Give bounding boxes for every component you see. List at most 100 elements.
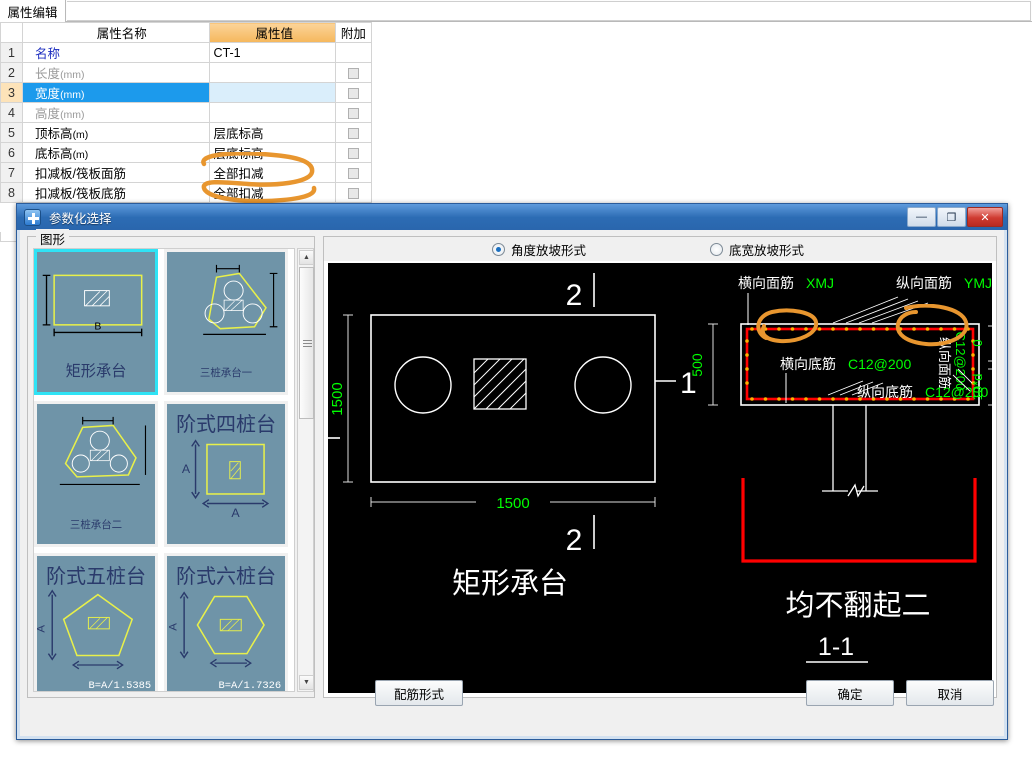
checkbox-icon[interactable] [347, 167, 359, 179]
shape-thumbnail-tri-cap-2[interactable]: 三桩承台二 [34, 401, 158, 547]
maximize-button[interactable]: ❐ [937, 207, 966, 227]
cancel-label: 取消 [937, 687, 963, 702]
property-name-text: 顶标高 [35, 127, 73, 141]
shapes-group: 图形 B 矩形承台 三桩承台一 三桩承台二 A A 阶式四桩台 阶式五桩台 B=… [27, 229, 315, 698]
header-rownum [0, 22, 24, 43]
property-grid: 属性名称 属性值 附加 1 名称 CT-1 2 长度(mm) 3 宽度(mm) 4 高度(mm)… [0, 22, 373, 203]
cell-property-name[interactable]: 名称 [22, 42, 210, 63]
shape-thumbnail-tri-cap-1[interactable]: 三桩承台一 [164, 249, 288, 395]
property-name-text: 名称 [35, 47, 61, 61]
section-dim-left: 500 [689, 353, 705, 377]
dialog-footer: 配筋形式 确定 取消 [20, 674, 1004, 736]
section-label-transverse-bottom: 横向底筋 [780, 356, 836, 372]
plan-dim-width: 1500 [496, 495, 529, 512]
checkbox-icon[interactable] [347, 127, 359, 139]
scrollbar-thumb[interactable] [299, 267, 314, 419]
svg-text:A: A [37, 625, 48, 633]
shape-thumbnail-step-6[interactable]: A 阶式六桩台 B=A/1.7326 [164, 553, 288, 691]
cell-property-name[interactable]: 扣减板/筏板底筋 [22, 182, 210, 203]
radio-bottom-width-slope[interactable]: 底宽放坡形式 [710, 240, 804, 259]
palette-scrollbar[interactable]: ▲ ▼ [297, 248, 314, 692]
checkbox-icon[interactable] [347, 147, 359, 159]
checkbox-icon[interactable] [347, 87, 359, 99]
rebar-form-label: 配筋形式 [393, 687, 444, 702]
row-number: 1 [0, 42, 24, 63]
property-unit-text: (mm) [60, 69, 85, 81]
header-property-name: 属性名称 [22, 22, 210, 43]
radio-angle-slope[interactable]: 角度放坡形式 [492, 240, 586, 259]
svg-text:矩形承台: 矩形承台 [66, 363, 127, 380]
checkbox-icon[interactable] [347, 187, 359, 199]
cell-property-name[interactable]: 底标高(m) [22, 142, 210, 163]
row-number: 8 [0, 182, 24, 203]
cad-canvas[interactable]: 2 1 1500 1500 2 矩形承台 横向面筋 XMJ 纵向面筋 YMJ 横… [328, 263, 992, 693]
cell-property-value[interactable]: 层底标高 [208, 142, 336, 163]
cell-additional[interactable] [334, 162, 373, 183]
checkbox-icon[interactable] [347, 67, 359, 79]
cancel-button[interactable]: 取消 [906, 680, 994, 706]
tab-property-editor[interactable]: 属性编辑 [0, 0, 66, 22]
cell-additional[interactable] [334, 182, 373, 203]
svg-text:阶式四桩台: 阶式四桩台 [176, 413, 276, 436]
cell-property-name[interactable]: 顶标高(m) [22, 122, 210, 143]
header-property-value: 属性值 [208, 22, 336, 43]
table-row[interactable]: 8 扣减板/筏板底筋 全部扣减 [0, 182, 373, 203]
cell-property-name[interactable]: 宽度(mm) [22, 82, 210, 103]
table-row[interactable]: 7 扣减板/筏板面筋 全部扣减 [0, 162, 373, 183]
table-row[interactable]: 2 长度(mm) [0, 62, 373, 83]
plan-caption: 矩形承台 [452, 567, 568, 600]
table-row[interactable]: 6 底标高(m) 层底标高 [0, 142, 373, 163]
ok-label: 确定 [837, 687, 863, 702]
cell-additional[interactable] [334, 142, 373, 163]
minimize-button[interactable]: — [907, 207, 936, 227]
table-row[interactable]: 5 顶标高(m) 层底标高 [0, 122, 373, 143]
close-button[interactable]: ✕ [967, 207, 1003, 227]
plan-view: 2 1 1500 1500 2 矩形承台 [328, 273, 697, 600]
svg-text:阶式五桩台: 阶式五桩台 [46, 565, 146, 588]
cell-property-value[interactable]: 全部扣减 [208, 182, 336, 203]
checkbox-icon[interactable] [347, 107, 359, 119]
rebar-form-button[interactable]: 配筋形式 [375, 680, 463, 706]
scroll-up-icon[interactable]: ▲ [299, 250, 314, 265]
section-label-longitudinal-top-code: YMJ [964, 275, 992, 291]
cell-additional[interactable] [334, 122, 373, 143]
cell-property-name[interactable]: 扣减板/筏板面筋 [22, 162, 210, 183]
plan-section-mark-top: 2 [566, 279, 583, 312]
svg-text:A: A [231, 506, 240, 520]
cell-property-value[interactable] [208, 82, 336, 103]
dialog-titlebar[interactable]: 参数化选择 — ❐ ✕ [17, 204, 1007, 230]
table-row[interactable]: 4 高度(mm) [0, 102, 373, 123]
cell-property-value[interactable] [208, 62, 336, 83]
cell-additional[interactable] [334, 102, 373, 123]
table-row[interactable]: 3 宽度(mm) [0, 82, 373, 103]
cad-drawing: 2 1 1500 1500 2 矩形承台 横向面筋 XMJ 纵向面筋 YMJ 横… [328, 273, 992, 663]
cell-property-value[interactable]: 全部扣减 [208, 162, 336, 183]
cell-additional[interactable] [334, 42, 373, 63]
table-row[interactable]: 1 名称 CT-1 [0, 42, 373, 63]
cell-additional[interactable] [334, 82, 373, 103]
table-header-row: 属性名称 属性值 附加 [0, 22, 373, 43]
tabstrip-filler [67, 1, 1031, 21]
plan-dim-height: 1500 [329, 382, 346, 415]
shape-thumbnail-step-4[interactable]: A A 阶式四桩台 [164, 401, 288, 547]
radio-angle-slope-label: 角度放坡形式 [511, 243, 587, 258]
shape-thumbnail-step-5[interactable]: A 阶式五桩台B=A/1.5385 [34, 553, 158, 691]
cell-property-value[interactable]: CT-1 [208, 42, 336, 63]
section-label-transverse-top: 横向面筋 [738, 275, 794, 291]
cell-property-name[interactable]: 长度(mm) [22, 62, 210, 83]
section-label-longitudinal-bottom: 纵向底筋 [857, 384, 913, 400]
section-caption: 均不翻起二 [785, 589, 930, 622]
maximize-icon: ❐ [946, 211, 957, 224]
cell-property-value[interactable]: 层底标高 [208, 122, 336, 143]
ok-button[interactable]: 确定 [806, 680, 894, 706]
cell-property-name[interactable]: 高度(mm) [22, 102, 210, 123]
shape-thumbnail-rect-cap[interactable]: B 矩形承台 [34, 249, 158, 395]
svg-text:阶式六桩台: 阶式六桩台 [176, 565, 276, 588]
dialog-body: 图形 B 矩形承台 三桩承台一 三桩承台二 A A 阶式四桩台 阶式五桩台 B=… [20, 229, 1004, 736]
cell-property-value[interactable] [208, 102, 336, 123]
svg-text:三桩承台一: 三桩承台一 [200, 366, 253, 379]
property-name-text: 宽度 [35, 87, 61, 101]
shape-palette[interactable]: B 矩形承台 三桩承台一 三桩承台二 A A 阶式四桩台 阶式五桩台 B=A/1… [33, 248, 295, 692]
cell-additional[interactable] [334, 62, 373, 83]
svg-text:A: A [168, 623, 180, 631]
